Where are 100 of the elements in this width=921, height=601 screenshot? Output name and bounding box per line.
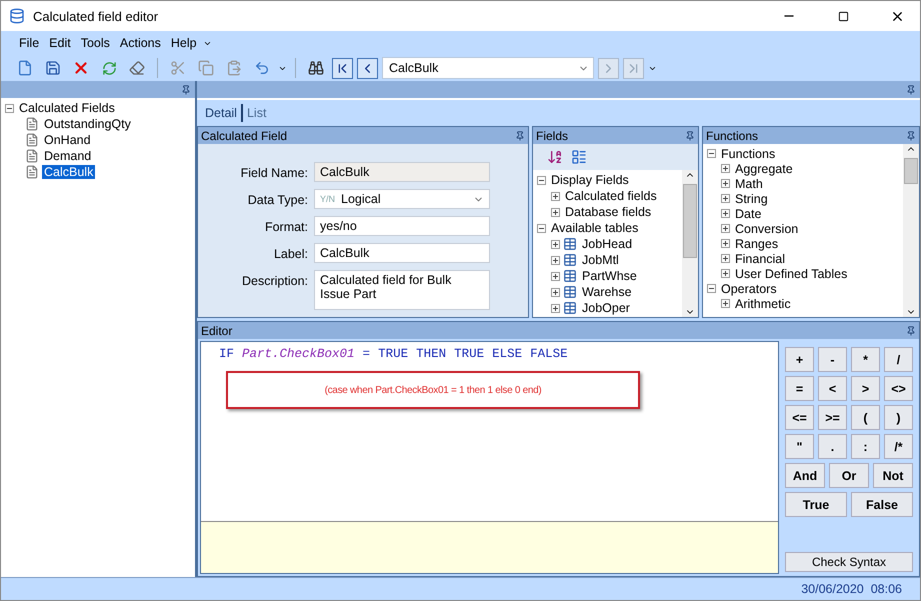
operator-button[interactable]: False [851,492,913,517]
tree-item[interactable]: Conversion [733,222,800,236]
tree-item[interactable]: Financial [733,252,788,266]
tree-item[interactable]: Aggregate [733,162,795,176]
operator-button[interactable]: /* [884,434,913,459]
tree-item[interactable]: String [733,192,770,206]
operator-button[interactable]: < [818,376,847,401]
code-editor[interactable]: IF Part.CheckBox01 = TRUE THEN TRUE ELSE FALSE (case when Part.CheckBox01 = 1 then 1 else 0 end) [201,342,778,522]
menu-item[interactable]: Help [166,34,201,52]
tree-item[interactable]: JobHead [580,237,634,251]
tree-item[interactable]: User Defined Tables [733,266,850,280]
expand-toggle[interactable] [721,194,730,203]
pin-icon[interactable] [906,84,916,94]
tree-item[interactable]: OnHand [42,133,93,147]
layout-icon[interactable] [571,149,587,165]
input-field[interactable]: CalcBulk [314,162,490,182]
binoculars-icon[interactable] [308,60,324,76]
operator-button[interactable]: * [851,347,880,372]
expand-toggle[interactable] [551,304,560,312]
expand-toggle[interactable] [551,288,560,296]
tree-item[interactable]: JobOper [580,301,632,315]
collapse-toggle[interactable] [707,284,716,293]
collapse-toggle[interactable] [537,224,546,232]
operator-button[interactable]: ( [851,405,880,430]
input-field[interactable]: CalcBulk [314,243,490,263]
menu-item[interactable]: Edit [45,34,75,52]
operator-button[interactable]: >= [818,405,847,430]
undo-icon[interactable] [254,60,270,76]
tree-item[interactable]: Ranges [733,236,780,250]
expand-toggle[interactable] [551,208,560,216]
tree-item[interactable]: Database fields [563,205,654,219]
operator-button[interactable]: . [818,434,847,459]
tree-item[interactable]: Operators [719,282,779,296]
save-icon[interactable] [45,60,61,76]
operator-button[interactable]: + [785,347,814,372]
tab[interactable]: Detail [201,104,243,122]
expand-toggle[interactable] [721,269,730,278]
collapse-toggle[interactable] [537,176,546,184]
tree-item[interactable]: Display Fields [549,173,631,187]
expand-toggle[interactable] [721,164,730,173]
operator-button[interactable]: True [785,492,847,517]
tree-item[interactable]: Warehse [580,285,634,299]
operator-button[interactable]: = [785,376,814,401]
tree-item[interactable]: Demand [42,149,94,163]
pin-icon[interactable] [906,326,916,336]
tree-item[interactable]: Functions [719,146,778,160]
tree-item[interactable]: PartWhse [580,269,639,283]
eraser-icon[interactable] [129,60,145,76]
maximize-icon[interactable] [838,10,848,22]
input-field[interactable]: Calculated field for Bulk Issue Part [314,270,490,310]
menu-item[interactable]: Actions [116,34,165,52]
expand-toggle[interactable] [551,240,560,248]
operator-button[interactable]: Not [873,463,913,488]
expand-toggle[interactable] [721,209,730,218]
tree-item[interactable]: Available tables [549,221,640,235]
menu-item[interactable]: Tools [76,34,114,52]
document-icon[interactable] [17,60,33,76]
expand-toggle[interactable] [721,239,730,248]
pin-icon[interactable] [685,130,695,140]
operator-button[interactable]: <= [785,405,814,430]
scrollbar-thumb[interactable] [683,184,697,258]
tree-item[interactable]: Math [733,176,765,190]
operator-button[interactable]: / [884,347,913,372]
tree-item[interactable]: Date [733,206,764,220]
expand-toggle[interactable] [721,179,730,188]
operator-button[interactable]: > [851,376,880,401]
pin-icon[interactable] [181,84,191,94]
tab[interactable]: List [242,104,270,122]
expand-toggle[interactable] [551,192,560,200]
expand-toggle[interactable] [721,224,730,233]
expand-toggle[interactable] [721,299,730,308]
tree-item[interactable]: JobMtl [580,253,621,267]
tree-item[interactable]: Calculated fields [563,189,659,203]
operator-button[interactable]: <> [884,376,913,401]
check-syntax-button[interactable]: Check Syntax [785,552,913,572]
operator-button[interactable]: : [851,434,880,459]
operator-button[interactable]: ) [884,405,913,430]
expand-toggle[interactable] [721,254,730,263]
tree-item[interactable]: Arithmetic [733,296,793,310]
tree-item[interactable]: OutstandingQty [42,117,133,131]
operator-button[interactable]: - [818,347,847,372]
collapse-toggle[interactable] [5,104,14,112]
tree-item[interactable]: Calculated Fields [17,101,117,115]
menu-item[interactable]: File [15,34,44,52]
scrollbar-thumb[interactable] [904,158,918,184]
document-icon [25,149,39,163]
input-field[interactable]: yes/no [314,216,490,236]
pin-icon[interactable] [906,130,916,140]
pin-icon[interactable] [515,130,525,140]
data-type-combo[interactable]: Y/N Logical [314,189,490,209]
collapse-toggle[interactable] [707,149,716,158]
expand-toggle[interactable] [551,272,560,280]
operator-button[interactable]: Or [829,463,869,488]
refresh-icon[interactable] [102,60,116,76]
tree-item[interactable]: CalcBulk [42,165,96,179]
operator-button[interactable]: And [785,463,825,488]
operator-button[interactable]: " [785,434,814,459]
expand-toggle[interactable] [551,256,560,264]
sort-icon[interactable] [547,149,563,165]
record-combo[interactable]: CalcBulk [382,57,594,79]
